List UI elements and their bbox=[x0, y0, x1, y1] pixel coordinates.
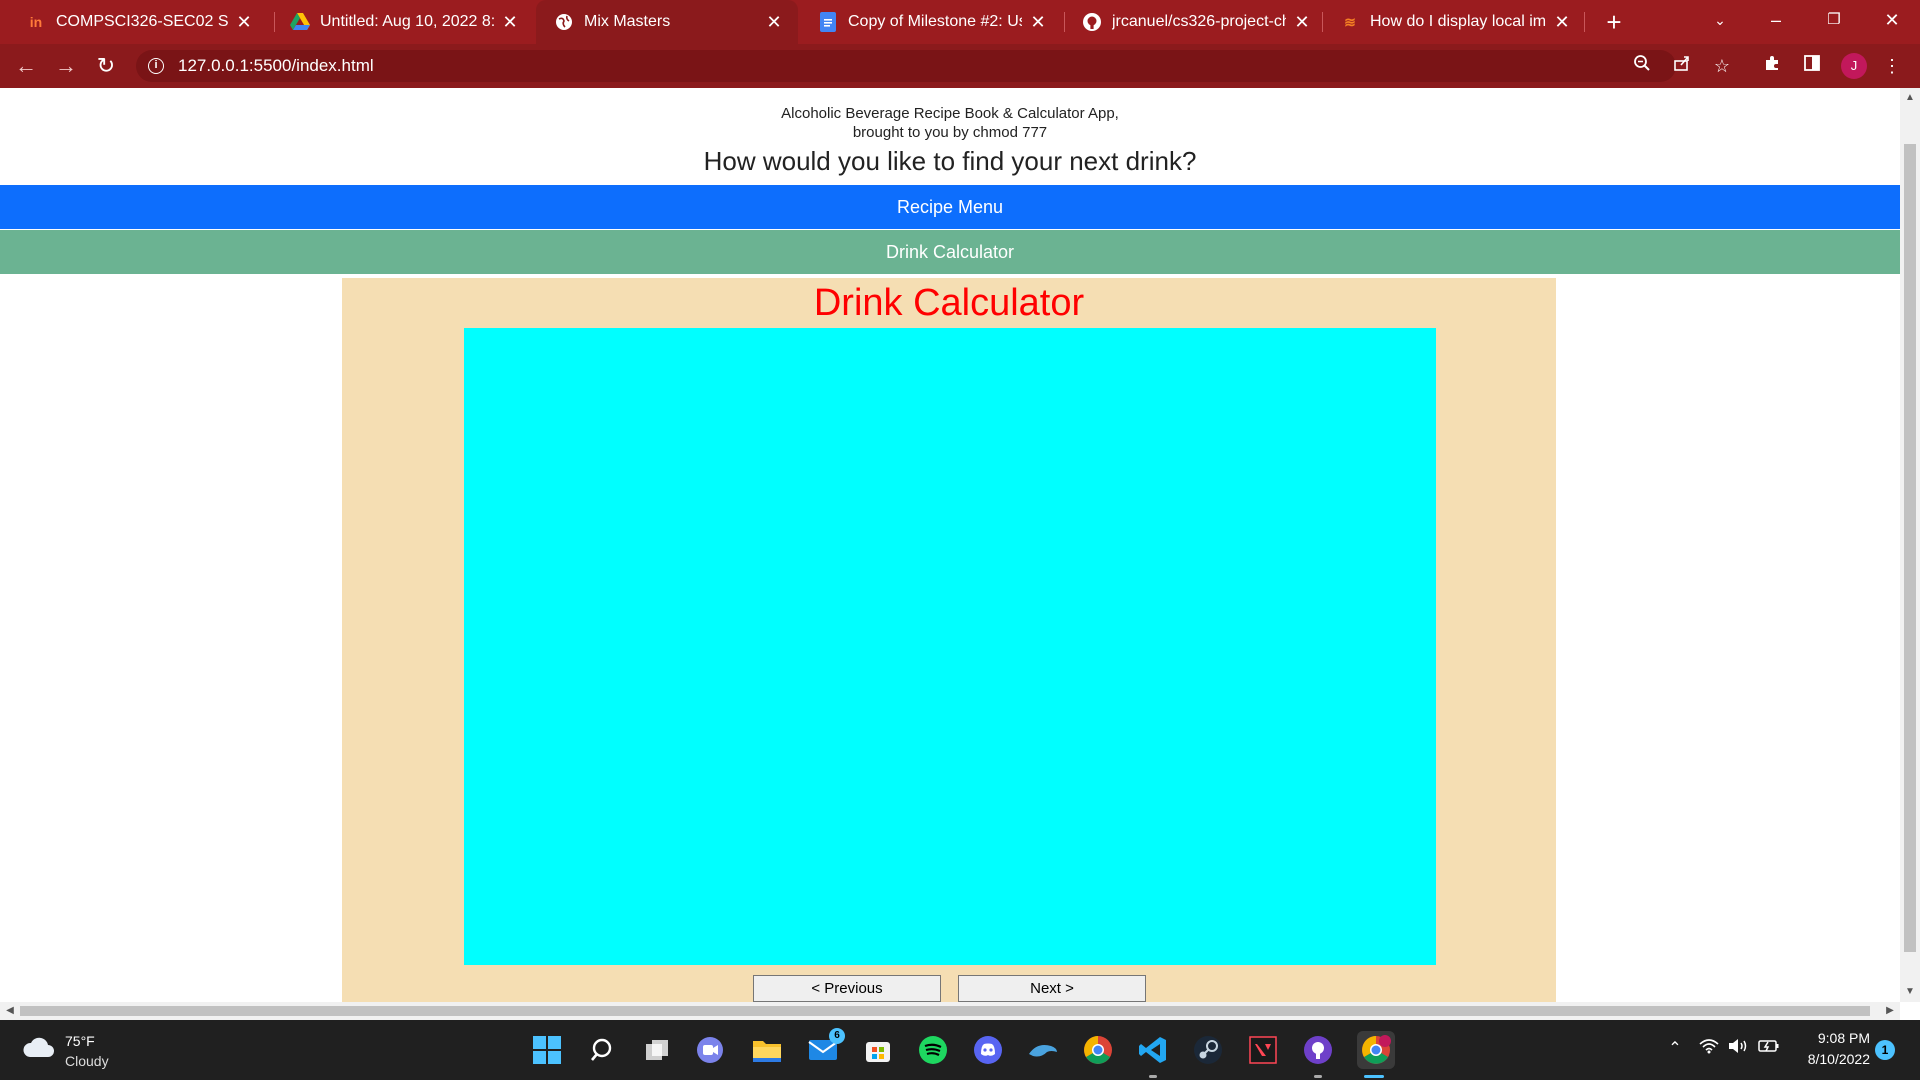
site-info-icon[interactable]: i bbox=[148, 58, 164, 74]
tab-title: Untitled: Aug 10, 2022 8:58 bbox=[320, 13, 494, 30]
share-icon[interactable] bbox=[1670, 54, 1694, 78]
profile-avatar[interactable]: J bbox=[1841, 53, 1867, 79]
section-title: Drink Calculator bbox=[813, 282, 1085, 324]
vertical-scrollbar[interactable]: ▲ ▼ bbox=[1900, 88, 1920, 1002]
valorant-icon[interactable] bbox=[1247, 1034, 1279, 1066]
vscode-icon[interactable] bbox=[1137, 1034, 1169, 1066]
github-desktop-icon[interactable] bbox=[1302, 1034, 1334, 1066]
search-icon[interactable] bbox=[586, 1034, 618, 1066]
mail-badge: 6 bbox=[829, 1028, 845, 1044]
drink-calculator-button[interactable]: Drink Calculator bbox=[0, 230, 1900, 274]
battery-icon[interactable] bbox=[1758, 1038, 1780, 1059]
close-icon[interactable]: ✕ bbox=[1028, 12, 1048, 32]
mail-icon[interactable]: 6 bbox=[807, 1028, 845, 1066]
discord-icon[interactable] bbox=[972, 1034, 1004, 1066]
close-icon[interactable]: ✕ bbox=[1552, 12, 1572, 32]
teams-chat-icon[interactable] bbox=[694, 1034, 726, 1066]
restore-button[interactable]: ❐ bbox=[1806, 0, 1862, 44]
taskbar: 75°F Cloudy 6 ⌃ 9:08 PM 8/10/2022 1 bbox=[0, 1020, 1920, 1080]
cloud-icon bbox=[23, 1037, 54, 1057]
tab-title: Copy of Milestone #2: User bbox=[848, 13, 1022, 30]
bookmark-star-icon[interactable]: ☆ bbox=[1710, 54, 1734, 78]
calculator-canvas bbox=[464, 328, 1436, 965]
github-icon bbox=[1082, 12, 1102, 32]
steam-icon[interactable] bbox=[1192, 1034, 1224, 1066]
tab-untitled-drive[interactable]: Untitled: Aug 10, 2022 8:58 ✕ bbox=[272, 0, 534, 44]
drink-calculator-panel: Drink Calculator < Previous Next > bbox=[342, 278, 1556, 1002]
tab-compsci326[interactable]: in COMPSCI326-SEC02 SUM2 ✕ bbox=[8, 0, 268, 44]
canvas-icon: in bbox=[29, 14, 43, 30]
extensions-puzzle-icon[interactable] bbox=[1760, 54, 1784, 78]
task-view-icon[interactable] bbox=[641, 1034, 673, 1066]
notification-badge[interactable]: 1 bbox=[1875, 1040, 1895, 1060]
close-icon[interactable]: ✕ bbox=[1292, 12, 1312, 32]
dolphin-emulator-icon[interactable] bbox=[1027, 1034, 1059, 1066]
scroll-right-arrow-icon[interactable]: ▶ bbox=[1880, 1001, 1900, 1021]
scroll-left-arrow-icon[interactable]: ◀ bbox=[0, 1001, 20, 1021]
close-icon[interactable]: ✕ bbox=[234, 12, 254, 32]
clock-date[interactable]: 8/10/2022 bbox=[1790, 1051, 1870, 1067]
recipe-menu-button[interactable]: Recipe Menu bbox=[0, 185, 1900, 229]
reload-button[interactable]: ↻ bbox=[92, 52, 120, 80]
volume-icon[interactable] bbox=[1728, 1038, 1750, 1059]
subtitle-line-1: Alcoholic Beverage Recipe Book & Calcula… bbox=[781, 105, 1119, 122]
tab-mix-masters[interactable]: Mix Masters ✕ bbox=[536, 0, 798, 44]
spotify-icon[interactable] bbox=[917, 1034, 949, 1066]
address-bar[interactable]: i 127.0.0.1:5500/index.html bbox=[136, 50, 1676, 82]
side-panel-icon[interactable] bbox=[1800, 54, 1824, 78]
page-viewport: Alcoholic Beverage Recipe Book & Calcula… bbox=[0, 88, 1900, 1002]
tab-title: COMPSCI326-SEC02 SUM2 bbox=[56, 13, 228, 30]
tab-github-repo[interactable]: jrcanuel/cs326-project-chm ✕ bbox=[1064, 0, 1326, 44]
google-drive-icon bbox=[290, 12, 310, 32]
file-explorer-icon[interactable] bbox=[751, 1034, 783, 1066]
menu-kebab-icon[interactable]: ⋮ bbox=[1880, 54, 1904, 78]
vertical-scroll-thumb[interactable] bbox=[1904, 144, 1916, 952]
scroll-up-arrow-icon[interactable]: ▲ bbox=[1900, 88, 1920, 108]
chrome-icon[interactable] bbox=[1082, 1034, 1114, 1066]
zoom-icon[interactable] bbox=[1630, 54, 1654, 78]
new-tab-button[interactable]: + bbox=[1598, 6, 1630, 38]
wifi-icon[interactable] bbox=[1698, 1038, 1720, 1059]
chevron-up-icon[interactable]: ⌃ bbox=[1664, 1038, 1686, 1058]
url-text: 127.0.0.1:5500/index.html bbox=[178, 56, 374, 75]
tab-search-chevron-icon[interactable]: ⌄ bbox=[1692, 0, 1748, 44]
weather-temp: 75°F bbox=[65, 1033, 95, 1049]
horizontal-scroll-thumb[interactable] bbox=[20, 1006, 1870, 1016]
running-indicator bbox=[1149, 1075, 1157, 1078]
horizontal-scrollbar[interactable]: ◀ ▶ bbox=[0, 1002, 1900, 1020]
windows-start-icon[interactable] bbox=[531, 1034, 563, 1066]
previous-button[interactable]: < Previous bbox=[753, 975, 941, 1002]
app-subtitle: Alcoholic Beverage Recipe Book & Calcula… bbox=[0, 104, 1900, 142]
subtitle-line-2: brought to you by chmod 777 bbox=[852, 124, 1048, 141]
close-icon[interactable]: ✕ bbox=[500, 12, 520, 32]
tab-title: jrcanuel/cs326-project-chm bbox=[1112, 13, 1286, 30]
tab-milestone-doc[interactable]: Copy of Milestone #2: User ✕ bbox=[800, 0, 1062, 44]
tab-separator bbox=[1584, 12, 1585, 32]
clock-time[interactable]: 9:08 PM bbox=[1790, 1030, 1870, 1046]
close-icon[interactable]: ✕ bbox=[764, 12, 784, 32]
running-indicator bbox=[1314, 1075, 1322, 1078]
next-button[interactable]: Next > bbox=[958, 975, 1146, 1002]
toolbar: ← → ↻ i 127.0.0.1:5500/index.html ☆ J ⋮ bbox=[0, 44, 1920, 88]
weather-desc: Cloudy bbox=[65, 1053, 109, 1069]
page-question: How would you like to find your next dri… bbox=[703, 146, 1197, 176]
active-indicator bbox=[1364, 1075, 1384, 1078]
back-button[interactable]: ← bbox=[12, 52, 40, 80]
minimize-button[interactable]: – bbox=[1748, 0, 1804, 44]
forward-button[interactable]: → bbox=[52, 52, 80, 80]
google-docs-icon bbox=[818, 12, 838, 32]
chrome-profile-icon[interactable] bbox=[1357, 1031, 1395, 1069]
microsoft-store-icon[interactable] bbox=[862, 1034, 894, 1066]
tab-stack-overflow[interactable]: ≋ How do I display local imag ✕ bbox=[1322, 0, 1586, 44]
scroll-down-arrow-icon[interactable]: ▼ bbox=[1900, 982, 1920, 1002]
globe-icon bbox=[554, 12, 574, 32]
window-close-button[interactable]: ✕ bbox=[1864, 0, 1920, 44]
tab-title: How do I display local imag bbox=[1370, 13, 1546, 30]
tab-strip: in COMPSCI326-SEC02 SUM2 ✕ Untitled: Aug… bbox=[0, 0, 1920, 44]
tab-title: Mix Masters bbox=[584, 13, 671, 30]
stack-overflow-icon: ≋ bbox=[1344, 13, 1356, 30]
